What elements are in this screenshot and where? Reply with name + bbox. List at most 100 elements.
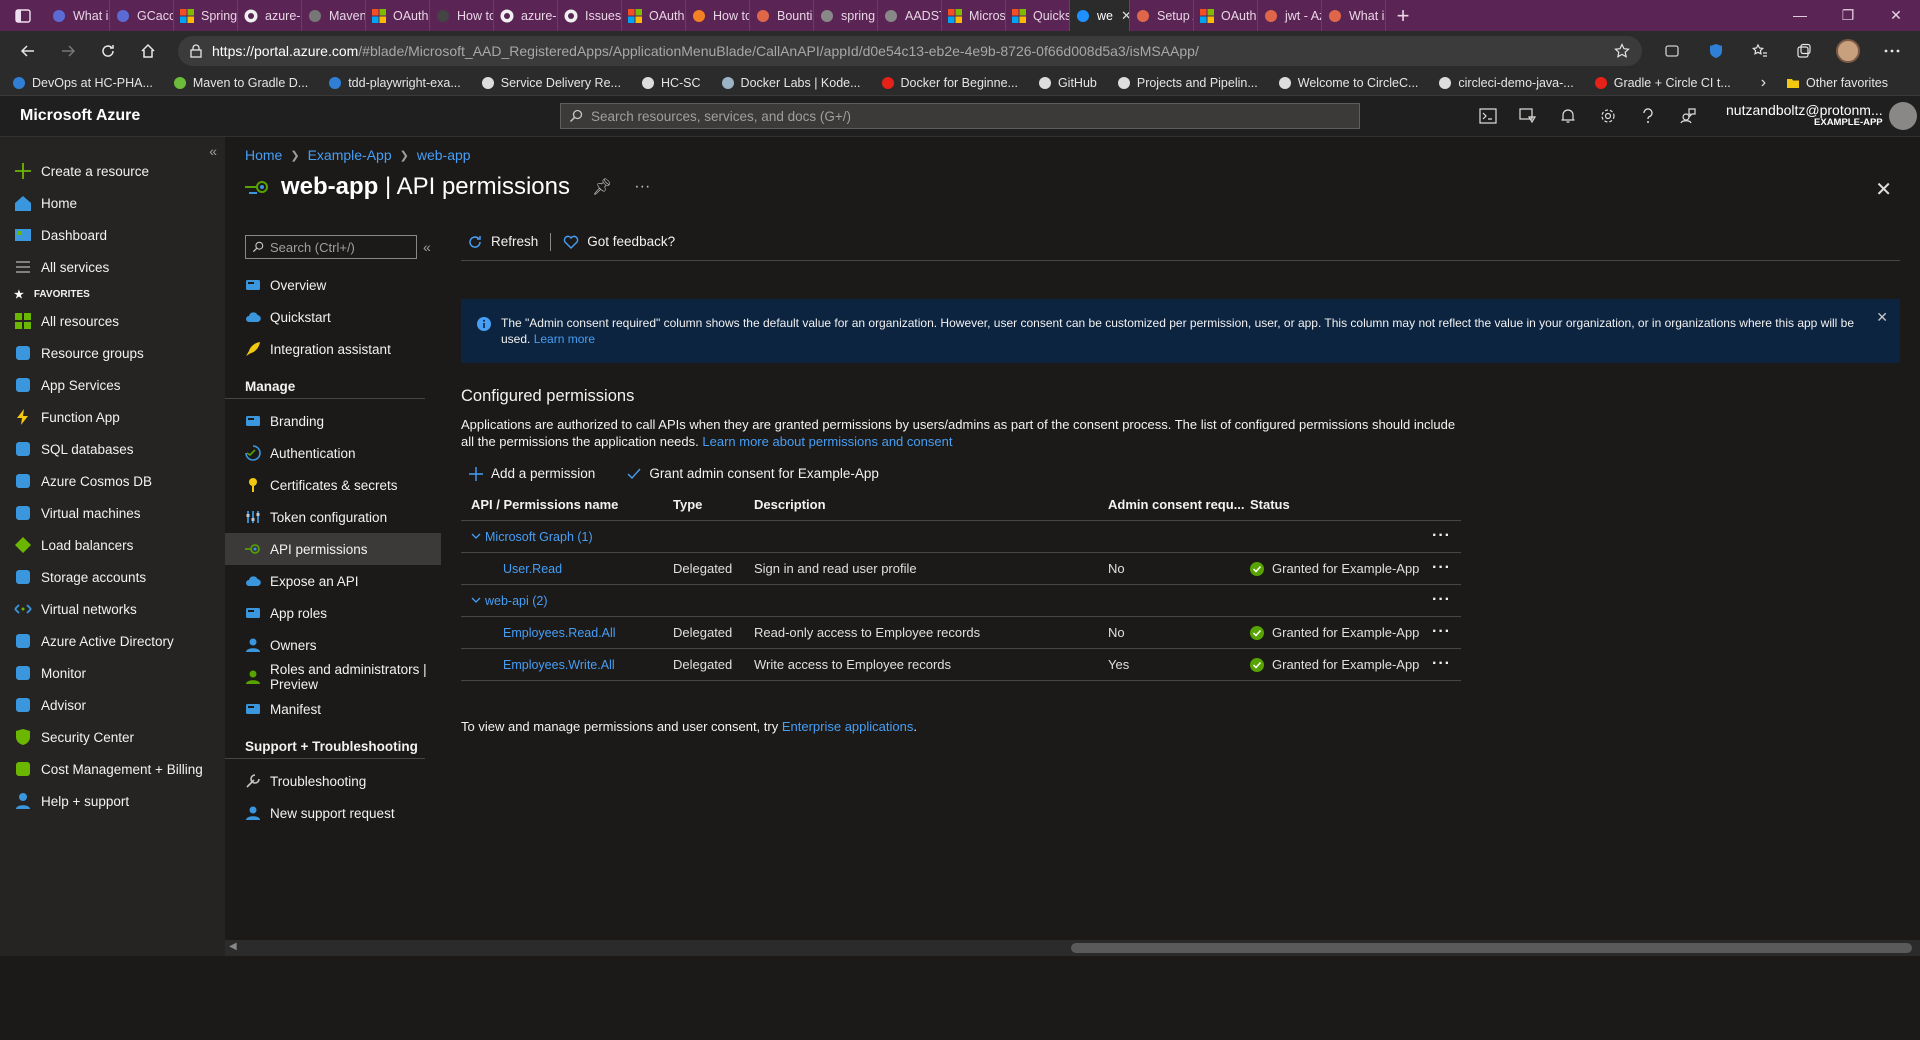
nav-item-load-balancers[interactable]: Load balancers (0, 529, 225, 561)
nav-item-storage-accounts[interactable]: Storage accounts (0, 561, 225, 593)
bookmark-item[interactable]: GitHub (1038, 76, 1097, 90)
nav-item-function-app[interactable]: Function App (0, 401, 225, 433)
browser-tab[interactable]: What is (46, 0, 110, 31)
learn-more-permissions-link[interactable]: Learn more about permissions and consent (702, 434, 952, 449)
browser-tab[interactable]: OAuth (622, 0, 686, 31)
browser-tab[interactable]: Spring (174, 0, 238, 31)
menu-item-roles-and-administrators-preview[interactable]: Roles and administrators | Preview (225, 661, 441, 693)
browser-tab[interactable]: Micros (942, 0, 1006, 31)
browser-tab[interactable]: OAuth (366, 0, 430, 31)
api-group-row[interactable]: Microsoft Graph (1) ··· (461, 521, 1461, 553)
back-button[interactable] (8, 35, 48, 67)
cloud-shell-button[interactable] (1468, 96, 1508, 136)
permission-name-link[interactable]: Employees.Read.All (461, 626, 673, 640)
browser-tab[interactable]: What is (1322, 0, 1386, 31)
browser-menu-button[interactable] (1872, 35, 1912, 67)
scroll-left-arrow-icon[interactable]: ◀ (229, 941, 237, 952)
scrollbar-thumb[interactable] (1071, 943, 1912, 953)
notifications-button[interactable] (1548, 96, 1588, 136)
permission-name-link[interactable]: Employees.Write.All (461, 658, 673, 672)
nav-item-cost-management-billing[interactable]: Cost Management + Billing (0, 753, 225, 785)
bookmark-item[interactable]: Docker Labs | Kode... (721, 76, 861, 90)
nav-item-app-services[interactable]: App Services (0, 369, 225, 401)
browser-tab[interactable]: AADST (878, 0, 942, 31)
menu-item-token-configuration[interactable]: Token configuration (225, 501, 441, 533)
bookmark-item[interactable]: Welcome to CircleC... (1278, 76, 1418, 90)
dismiss-banner-button[interactable]: ✕ (1876, 309, 1888, 325)
menu-search-input[interactable]: Search (Ctrl+/) (245, 235, 417, 259)
nav-item-advisor[interactable]: Advisor (0, 689, 225, 721)
forward-button[interactable] (48, 35, 88, 67)
menu-item-expose-an-api[interactable]: Expose an API (225, 565, 441, 597)
row-more-options-icon[interactable]: ··· (1432, 623, 1451, 641)
refresh-button[interactable]: Refresh (461, 234, 544, 250)
menu-item-new-support-request[interactable]: New support request (225, 797, 441, 829)
menu-item-overview[interactable]: Overview (225, 269, 441, 301)
permission-name-link[interactable]: User.Read (461, 562, 673, 576)
bookmark-item[interactable]: circleci-demo-java-... (1438, 76, 1574, 90)
chevron-down-icon[interactable] (471, 597, 481, 604)
home-button[interactable] (128, 35, 168, 67)
header-admin-consent[interactable]: Admin consent requ... (1108, 497, 1250, 512)
browser-tab[interactable]: we ✕ (1070, 0, 1130, 31)
bookmark-item[interactable]: Service Delivery Re... (481, 76, 621, 90)
browser-tab[interactable]: Quickst (1006, 0, 1070, 31)
browser-tab[interactable]: Bountie (750, 0, 814, 31)
help-button[interactable] (1628, 96, 1668, 136)
menu-item-troubleshooting[interactable]: Troubleshooting (225, 765, 441, 797)
url-field[interactable]: https://portal.azure.com/#blade/Microsof… (178, 36, 1642, 66)
breadcrumb-current[interactable]: web-app (417, 147, 471, 163)
minimize-button[interactable]: — (1776, 7, 1824, 24)
nav-item-sql-databases[interactable]: SQL databases (0, 433, 225, 465)
grant-admin-consent-button[interactable]: Grant admin consent for Example-App (619, 466, 887, 481)
browser-tab[interactable]: jwt - Az (1258, 0, 1322, 31)
collections-button[interactable] (1784, 35, 1824, 67)
extension-button[interactable] (1652, 35, 1692, 67)
close-window-button[interactable]: ✕ (1872, 7, 1920, 24)
nav-item-all-resources[interactable]: All resources (0, 305, 225, 337)
browser-tab[interactable]: GCacco (110, 0, 174, 31)
user-avatar[interactable] (1888, 102, 1917, 130)
nav-item-dashboard[interactable]: Dashboard (0, 219, 225, 251)
row-more-options-icon[interactable]: ··· (1432, 655, 1451, 673)
restore-button[interactable]: ❐ (1824, 7, 1872, 24)
bookmark-item[interactable]: tdd-playwright-exa... (328, 76, 461, 90)
collapse-menu-button[interactable]: « (423, 239, 431, 255)
browser-tab[interactable]: Setup A (1130, 0, 1194, 31)
global-search-input[interactable]: Search resources, services, and docs (G+… (560, 103, 1360, 129)
nav-item-create-a-resource[interactable]: Create a resource (0, 155, 225, 187)
profile-button[interactable] (1828, 35, 1868, 67)
add-permission-button[interactable]: Add a permission (461, 466, 603, 481)
header-status[interactable]: Status (1250, 497, 1461, 512)
nav-item-all-services[interactable]: All services (0, 251, 225, 283)
menu-item-branding[interactable]: Branding (225, 405, 441, 437)
nav-item-home[interactable]: Home (0, 187, 225, 219)
account-info[interactable]: nutzandboltz@protonm... EXAMPLE-APP (1726, 102, 1883, 129)
info-learn-more-link[interactable]: Learn more (534, 332, 595, 346)
browser-tab[interactable]: How to (430, 0, 494, 31)
menu-item-certificates-secrets[interactable]: Certificates & secrets (225, 469, 441, 501)
bookmark-item[interactable]: HC-SC (641, 76, 701, 90)
feedback-button[interactable] (1668, 96, 1708, 136)
row-more-options-icon[interactable]: ··· (1432, 527, 1451, 545)
breadcrumb-app[interactable]: Example-App (308, 147, 392, 163)
header-api-name[interactable]: API / Permissions name (461, 497, 673, 512)
feedback-command-button[interactable]: Got feedback? (557, 234, 681, 249)
shield-extension-button[interactable] (1696, 35, 1736, 67)
browser-tab[interactable]: Issues (558, 0, 622, 31)
menu-item-owners[interactable]: Owners (225, 629, 441, 661)
row-more-options-icon[interactable]: ··· (1432, 591, 1451, 609)
bookmark-item[interactable]: Maven to Gradle D... (173, 76, 308, 90)
enterprise-applications-link[interactable]: Enterprise applications (782, 719, 914, 734)
favorite-star-icon[interactable] (1614, 43, 1630, 59)
new-tab-button[interactable]: + (1386, 3, 1420, 29)
nav-item-azure-active-directory[interactable]: Azure Active Directory (0, 625, 225, 657)
nav-item-monitor[interactable]: Monitor (0, 657, 225, 689)
nav-item-azure-cosmos-db[interactable]: Azure Cosmos DB (0, 465, 225, 497)
favorites-button[interactable] (1740, 35, 1780, 67)
browser-tab[interactable]: spring (814, 0, 878, 31)
chevron-down-icon[interactable] (471, 533, 481, 540)
bookmark-item[interactable]: Gradle + Circle CI t... (1594, 76, 1731, 90)
other-favorites-folder[interactable]: Other favorites (1786, 76, 1888, 90)
menu-item-api-permissions[interactable]: API permissions (225, 533, 441, 565)
